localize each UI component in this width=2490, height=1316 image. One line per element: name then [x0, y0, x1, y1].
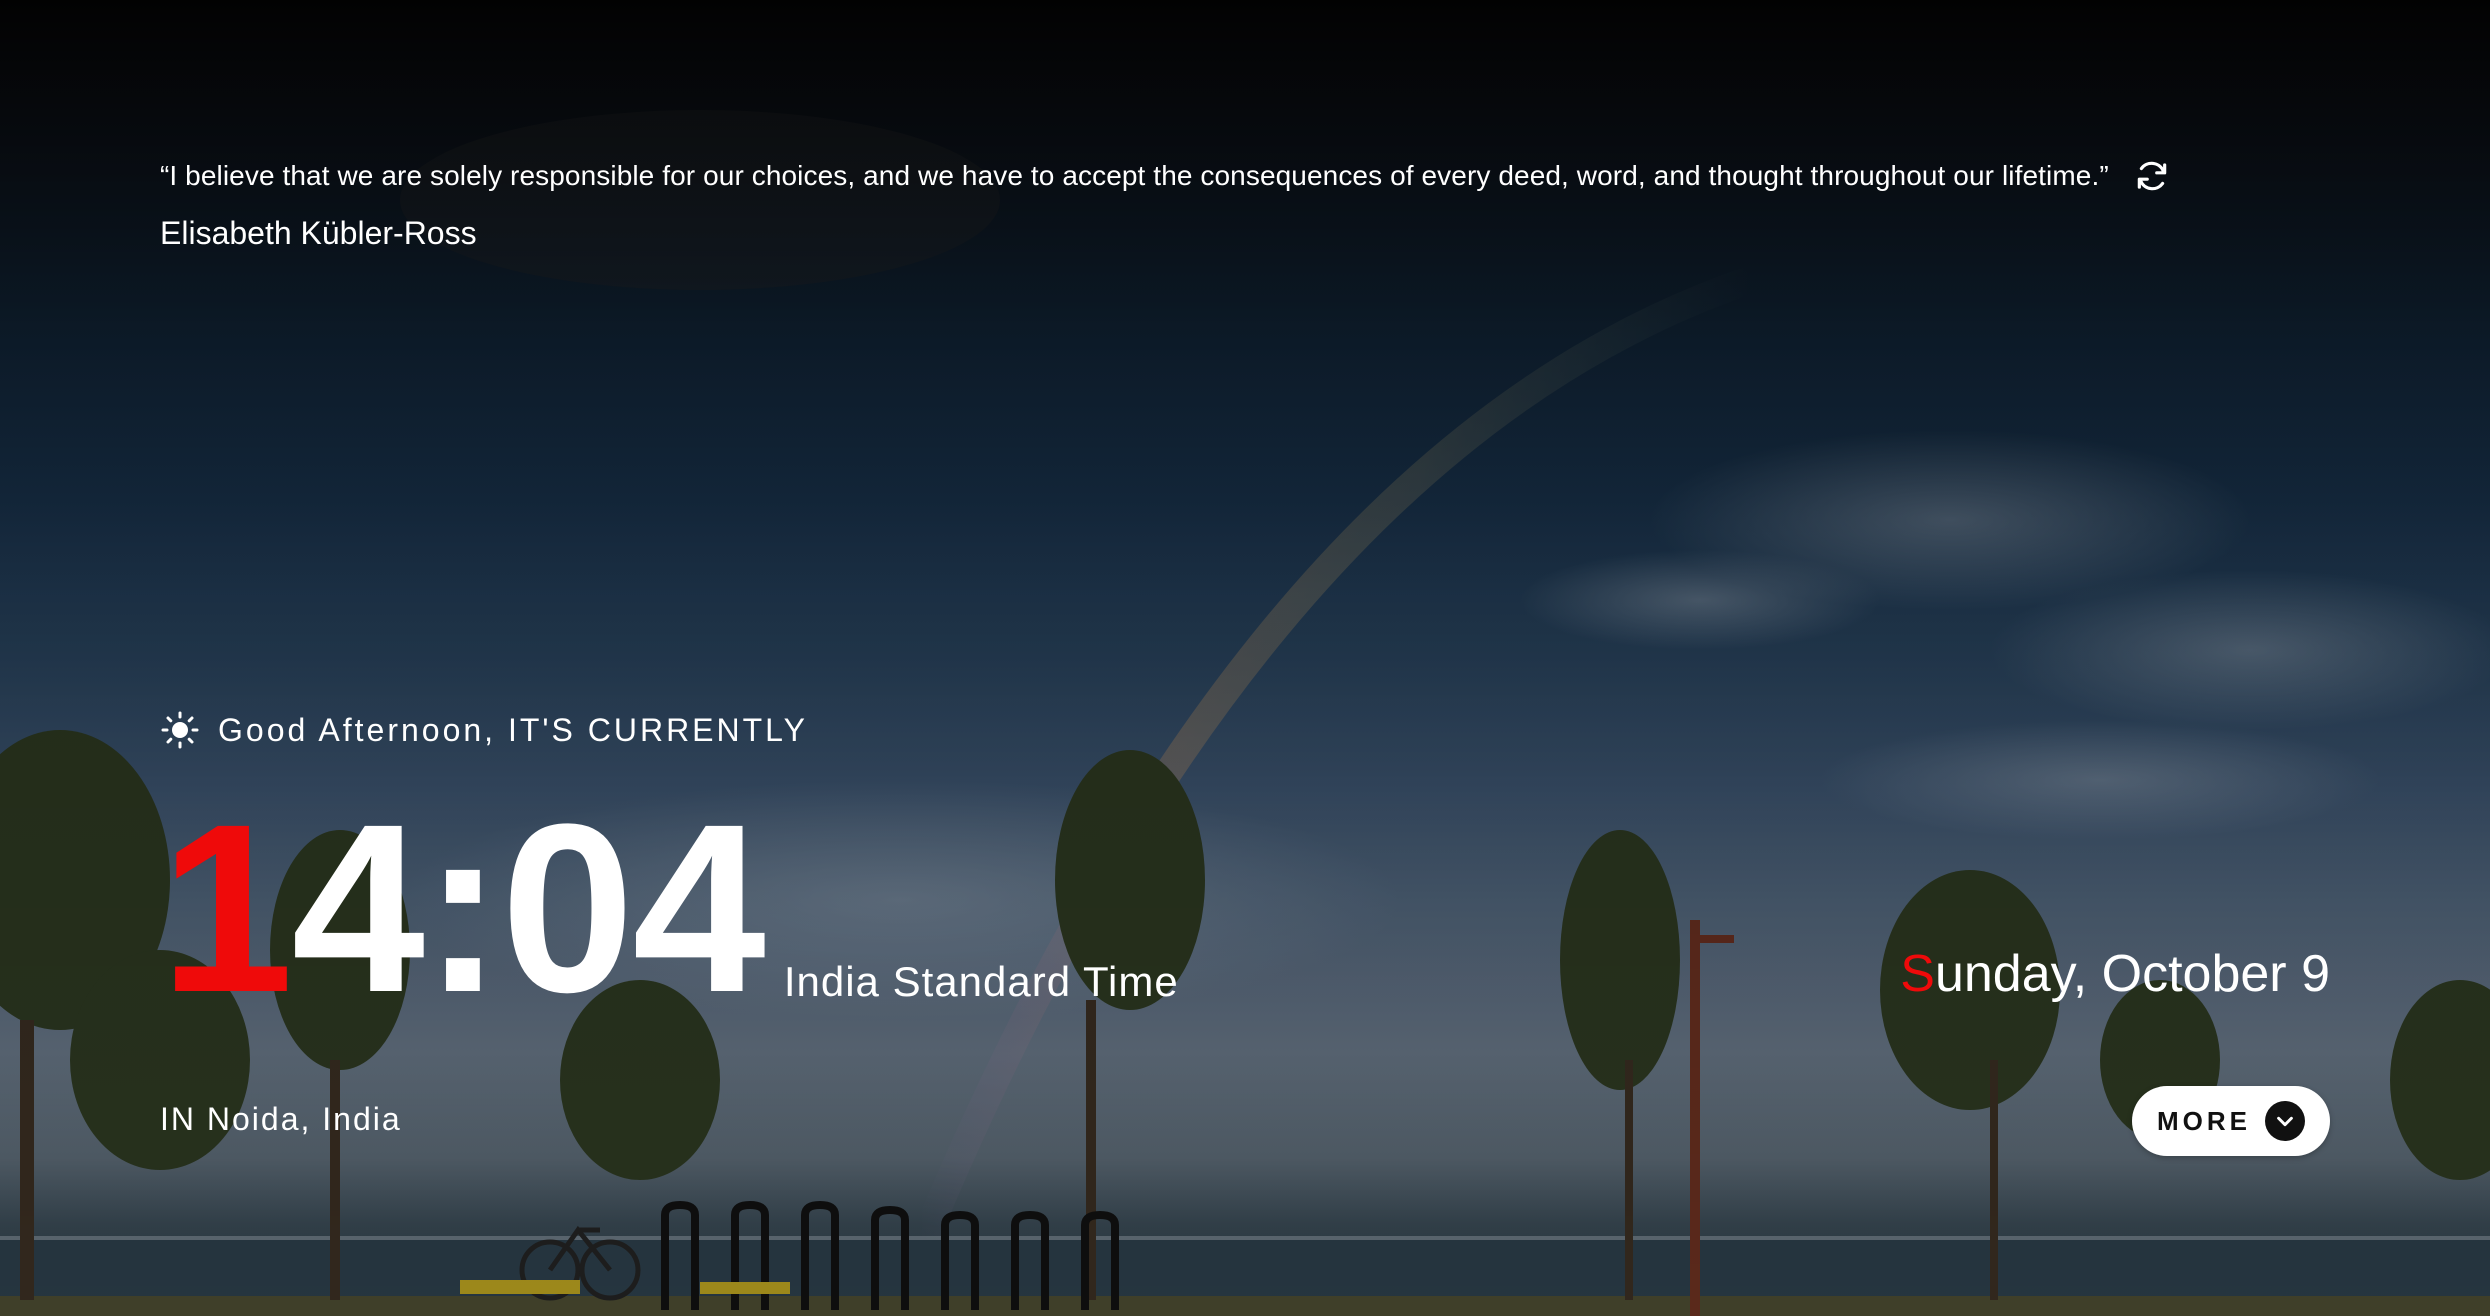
- clock-time: 14:04: [160, 788, 766, 1028]
- date-first-letter: S: [1900, 945, 1935, 1003]
- location-label: IN Noida, India: [160, 1101, 402, 1137]
- clock-app: “I believe that we are solely responsibl…: [0, 0, 2490, 1316]
- chevron-down-icon: [2265, 1101, 2305, 1141]
- quote-author: Elisabeth Kübler-Ross: [160, 215, 477, 251]
- timezone-label: India Standard Time: [783, 958, 1179, 1005]
- refresh-quote-button[interactable]: [2131, 155, 2173, 197]
- clock-time-first-digit: 1: [160, 774, 293, 1042]
- time-row: 14:04 India Standard Time: [160, 788, 1179, 1028]
- greeting-row: Good Afternoon, IT'S CURRENTLY: [160, 710, 808, 750]
- more-button[interactable]: MORE: [2132, 1086, 2330, 1156]
- quote-text: “I believe that we are solely responsibl…: [160, 160, 2109, 191]
- refresh-icon: [2137, 161, 2166, 191]
- date-rest: unday, October 9: [1934, 945, 2330, 1003]
- quote-row: “I believe that we are solely responsibl…: [160, 155, 2173, 197]
- sun-icon: [161, 711, 199, 749]
- clock-time-rest: 4:04: [291, 774, 765, 1042]
- date-display: Sunday, October 9: [1900, 944, 2330, 1004]
- more-button-label: MORE: [2157, 1105, 2251, 1136]
- greeting-text: Good Afternoon, IT'S CURRENTLY: [218, 711, 808, 748]
